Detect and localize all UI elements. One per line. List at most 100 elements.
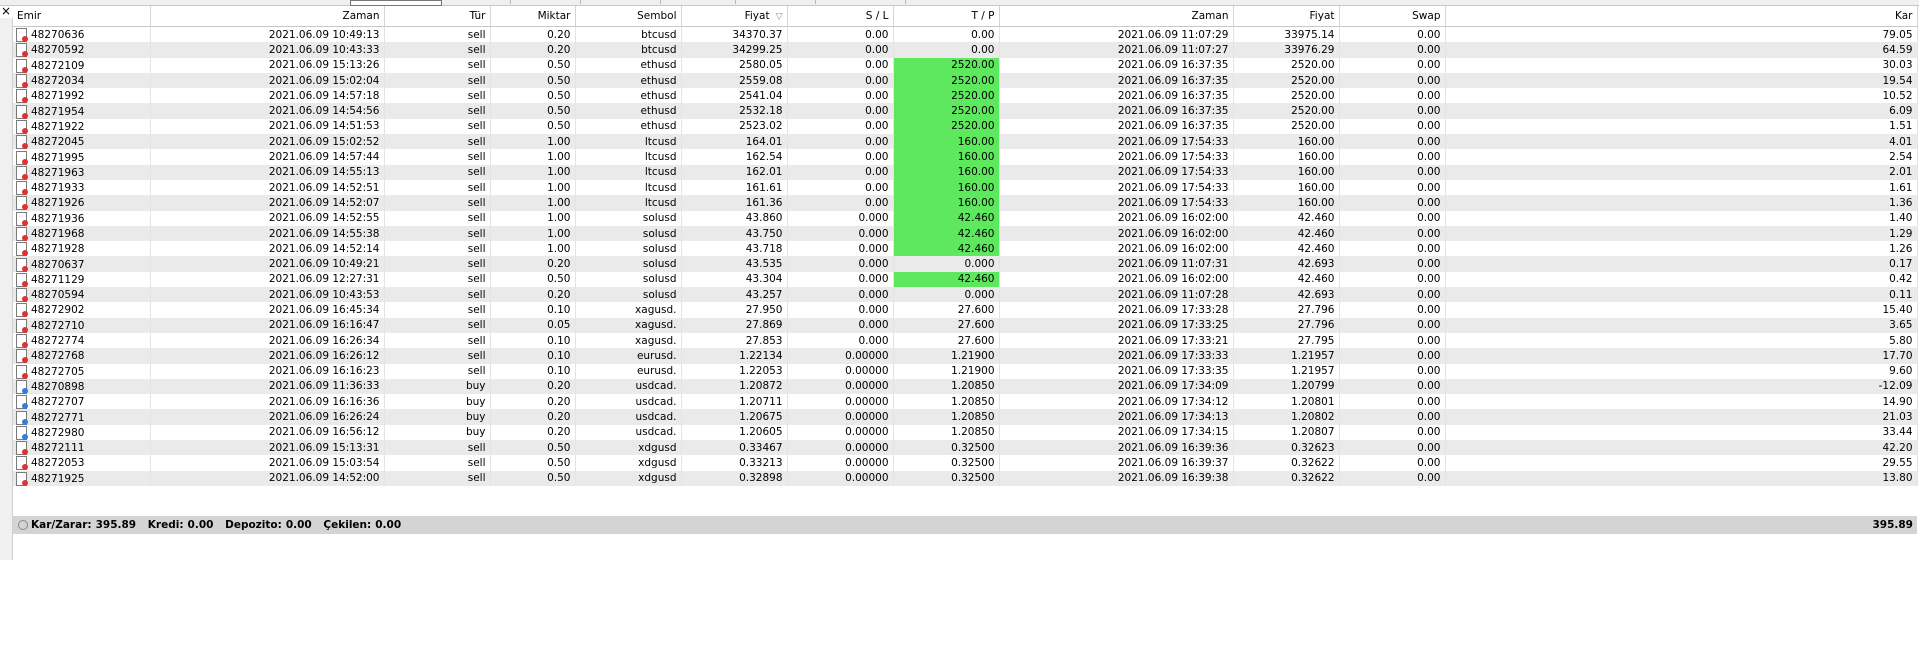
close-time-cell: 2021.06.09 17:54:33 (999, 195, 1234, 211)
column-header-open-time[interactable]: Zaman (150, 6, 385, 27)
type-cell: sell (384, 332, 491, 349)
open-price-cell: 2523.02 (681, 118, 788, 135)
sell-order-icon (15, 58, 28, 73)
table-row[interactable]: 48271963 2021.06.09 14:55:13 sell 1.00 ltcus… (13, 164, 1918, 180)
tab-strip-tab[interactable] (660, 0, 736, 4)
table-row[interactable]: 48272768 2021.06.09 16:26:12 sell 0.10 eurus… (13, 348, 1918, 364)
table-row[interactable]: 48271928 2021.06.09 14:52:14 sell 1.00 solus… (13, 241, 1918, 257)
volume-cell: 0.20 (490, 26, 576, 43)
table-row[interactable]: 48270637 2021.06.09 10:49:21 sell 0.20 solus… (13, 256, 1918, 272)
column-header-type[interactable]: Tür (384, 6, 491, 27)
table-row[interactable]: 48272771 2021.06.09 16:26:24 buy 0.20 usdcad… (13, 409, 1918, 425)
tab-strip-tab[interactable] (510, 0, 581, 4)
open-time-cell: 2021.06.09 16:26:12 (150, 348, 385, 364)
open-price-cell: 1.20675 (681, 409, 788, 425)
open-time-cell: 2021.06.09 16:56:12 (150, 424, 385, 441)
table-row[interactable]: 48272034 2021.06.09 15:02:04 sell 0.50 ethus… (13, 72, 1918, 89)
table-row[interactable]: 48272707 2021.06.09 16:16:36 buy 0.20 usdcad… (13, 394, 1918, 410)
take-profit-cell: 42.460 (893, 241, 1000, 257)
table-row[interactable]: 48272053 2021.06.09 15:03:54 sell 0.50 xdgus… (13, 455, 1918, 471)
column-header-order[interactable]: Emir (13, 6, 151, 27)
table-row[interactable]: 48270594 2021.06.09 10:43:53 sell 0.20 solus… (13, 287, 1918, 303)
table-row[interactable]: 48270592 2021.06.09 10:43:33 sell 0.20 btcus… (13, 42, 1918, 58)
summary-credit-value: 0.00 (187, 519, 214, 531)
column-header-volume[interactable]: Miktar (490, 6, 576, 27)
column-header-open-price[interactable]: Fiyat ▽ (681, 6, 788, 27)
symbol-cell: ethusd (575, 88, 682, 104)
summary-total: 395.89 (1872, 519, 1913, 531)
volume-cell: 0.20 (490, 378, 576, 395)
column-header-close-time[interactable]: Zaman (999, 6, 1234, 27)
summary-icon (18, 520, 28, 530)
table-row[interactable]: 48272109 2021.06.09 15:13:26 sell 0.50 ethus… (13, 57, 1918, 73)
stop-loss-cell: 0.00 (787, 103, 894, 119)
column-header-swap[interactable]: Swap (1339, 6, 1446, 27)
take-profit-cell: 0.000 (893, 256, 1000, 272)
table-row[interactable]: 48270636 2021.06.09 10:49:13 sell 0.20 btcus… (13, 26, 1918, 43)
tab-strip-tab[interactable] (440, 0, 511, 4)
volume-cell: 1.00 (490, 225, 576, 242)
column-header-close-price[interactable]: Fiyat (1233, 6, 1340, 27)
column-header-stop-loss[interactable]: S / L (787, 6, 894, 27)
close-price-cell: 33976.29 (1233, 42, 1340, 58)
order-number: 48271968 (31, 228, 85, 240)
open-price-cell: 43.257 (681, 287, 788, 303)
table-row[interactable]: 48271992 2021.06.09 14:57:18 sell 0.50 ethus… (13, 88, 1918, 104)
table-row[interactable]: 48271995 2021.06.09 14:57:44 sell 1.00 ltcus… (13, 149, 1918, 165)
column-header-take-profit[interactable]: T / P (893, 6, 1000, 27)
open-price-cell: 0.32898 (681, 470, 788, 486)
profit-cell: -12.09 (1445, 378, 1918, 395)
table-row[interactable]: 48272045 2021.06.09 15:02:52 sell 1.00 ltcus… (13, 134, 1918, 150)
tab-strip-tab[interactable] (735, 0, 816, 4)
table-row[interactable]: 48272705 2021.06.09 16:16:23 sell 0.10 eurus… (13, 363, 1918, 379)
tab-strip-tab[interactable] (0, 0, 351, 4)
table-row[interactable]: 48271954 2021.06.09 14:54:56 sell 0.50 ethus… (13, 103, 1918, 119)
close-time-cell: 2021.06.09 17:54:33 (999, 179, 1234, 196)
sell-order-icon (15, 196, 28, 211)
table-row[interactable]: 48271129 2021.06.09 12:27:31 sell 0.50 solus… (13, 271, 1918, 288)
open-time-cell: 2021.06.09 16:26:24 (150, 409, 385, 425)
column-header-symbol[interactable]: Sembol (575, 6, 682, 27)
table-row[interactable]: 48272980 2021.06.09 16:56:12 buy 0.20 usdcad… (13, 424, 1918, 441)
open-price-cell: 0.33467 (681, 440, 788, 456)
open-time-cell: 2021.06.09 11:36:33 (150, 378, 385, 395)
profit-cell: 14.90 (1445, 394, 1918, 410)
order-cell: 48272053 (13, 455, 151, 471)
table-row[interactable]: 48272774 2021.06.09 16:26:34 sell 0.10 xagus… (13, 332, 1918, 349)
table-row[interactable]: 48272710 2021.06.09 16:16:47 sell 0.05 xagus… (13, 317, 1918, 333)
close-time-cell: 2021.06.09 16:39:38 (999, 470, 1234, 486)
table-row[interactable]: 48271933 2021.06.09 14:52:51 sell 1.00 ltcus… (13, 179, 1918, 196)
close-time-cell: 2021.06.09 16:37:35 (999, 118, 1234, 135)
table-row[interactable]: 48272111 2021.06.09 15:13:31 sell 0.50 xdgus… (13, 440, 1918, 456)
volume-cell: 0.10 (490, 363, 576, 379)
table-row[interactable]: 48270898 2021.06.09 11:36:33 buy 0.20 usdcad… (13, 378, 1918, 395)
symbol-cell: usdcad. (575, 424, 682, 441)
sell-order-icon (15, 441, 28, 456)
order-number: 48272034 (31, 75, 85, 88)
tab-strip-tab[interactable] (580, 0, 661, 4)
order-cell: 48272710 (13, 317, 151, 333)
table-row[interactable]: 48271968 2021.06.09 14:55:38 sell 1.00 solus… (13, 225, 1918, 242)
close-icon[interactable]: × (0, 4, 12, 18)
type-cell: buy (384, 409, 491, 425)
swap-cell: 0.00 (1339, 378, 1446, 395)
volume-cell: 0.50 (490, 470, 576, 486)
table-row[interactable]: 48271925 2021.06.09 14:52:00 sell 0.50 xdgus… (13, 470, 1918, 486)
stop-loss-cell: 0.00 (787, 72, 894, 89)
order-number: 48272707 (31, 396, 85, 409)
stop-loss-cell: 0.00000 (787, 455, 894, 471)
take-profit-cell: 0.000 (893, 287, 1000, 303)
table-row[interactable]: 48272902 2021.06.09 16:45:34 sell 0.10 xagus… (13, 302, 1918, 318)
close-price-cell: 160.00 (1233, 164, 1340, 180)
buy-order-icon (15, 425, 28, 440)
column-header-profit[interactable]: Kar (1445, 6, 1918, 27)
type-cell: sell (384, 210, 491, 226)
tab-strip-tab[interactable] (815, 0, 906, 4)
take-profit-cell: 2520.00 (893, 88, 1000, 104)
profit-cell: 15.40 (1445, 302, 1918, 318)
table-row[interactable]: 48271922 2021.06.09 14:51:53 sell 0.50 ethus… (13, 118, 1918, 135)
symbol-cell: solusd (575, 225, 682, 242)
table-row[interactable]: 48271926 2021.06.09 14:52:07 sell 1.00 ltcus… (13, 195, 1918, 211)
table-row[interactable]: 48271936 2021.06.09 14:52:55 sell 1.00 solus… (13, 210, 1918, 226)
open-price-cell: 43.750 (681, 225, 788, 242)
